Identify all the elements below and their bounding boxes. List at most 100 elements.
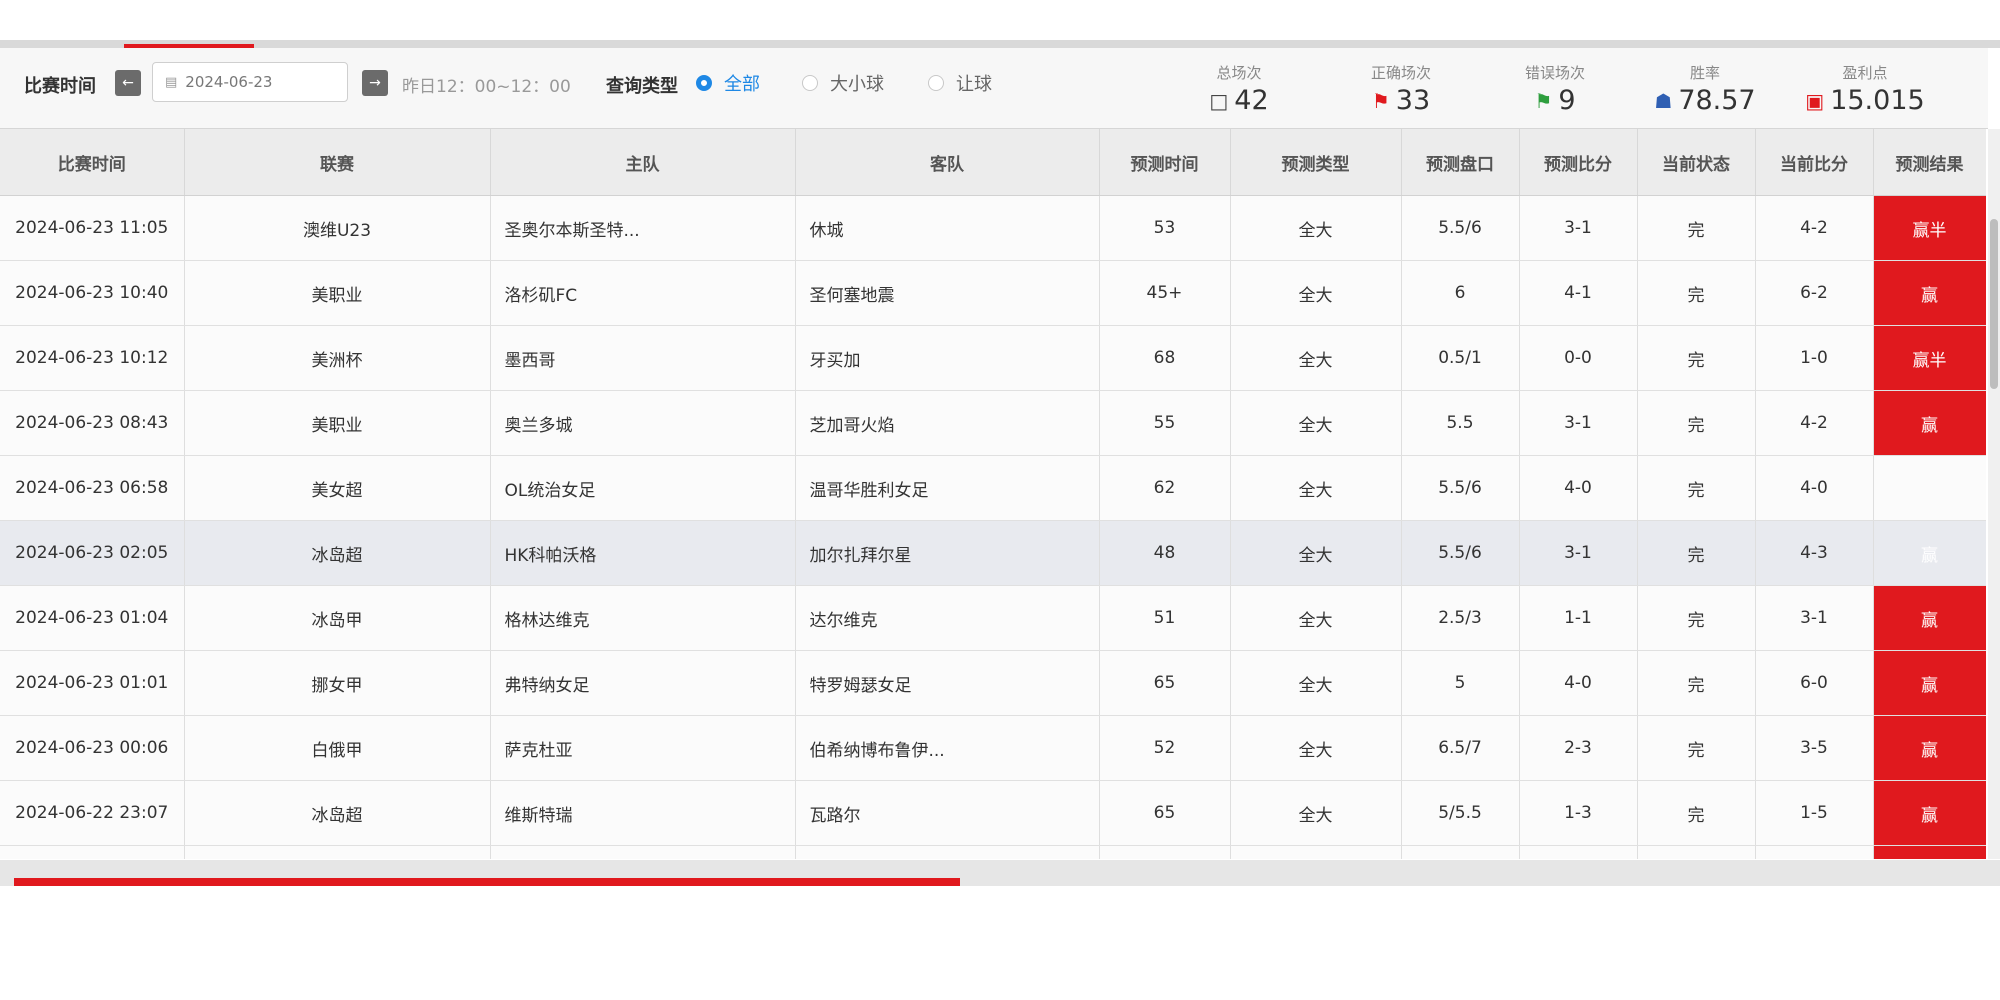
date-input[interactable]: ▤ 2024-06-23 <box>152 62 348 102</box>
header-current-status[interactable]: 当前状态 <box>1637 129 1756 196</box>
cell-away-team: 伯希纳博布鲁伊... <box>795 715 1100 781</box>
vertical-scrollbar[interactable] <box>1988 129 2000 859</box>
table-row[interactable]: 2024-06-23 02:05 冰岛超 HK科帕沃格 加尔扎拜尔星 48 全大 5.5/6… <box>0 520 1986 586</box>
cell-home-team: 洛桑 <box>490 845 796 859</box>
cell-current-score: 1-0 <box>1755 325 1874 391</box>
cell-predict-result: 赢 <box>1873 520 1986 586</box>
cell-league: 冰岛甲 <box>184 585 491 651</box>
cell-predict-score: 4-1 <box>1519 260 1638 326</box>
next-day-button[interactable]: → <box>362 70 388 96</box>
radio-all[interactable]: 全部 <box>696 70 760 96</box>
cell-predict-type: 全大 <box>1230 325 1402 391</box>
cell-predict-result: 赢 <box>1873 650 1986 716</box>
cell-predict-time: 68 <box>1099 325 1231 391</box>
bookmark-icon: □ <box>1209 88 1229 113</box>
table-row[interactable]: 2024-06-23 10:12 美洲杯 墨西哥 牙买加 68 全大 0.5/1 0-0 完 1-… <box>0 325 1986 391</box>
cell-match-time: 2024-06-23 01:04 <box>0 585 185 651</box>
cell-current-status: 完 <box>1637 325 1756 391</box>
radio-over-under[interactable]: 大小球 <box>802 70 884 96</box>
cell-league: 冰岛超 <box>184 520 491 586</box>
cell-predict-score: 2-2 <box>1519 845 1638 859</box>
cell-current-score: 1-5 <box>1755 780 1874 846</box>
cell-match-time: 2024-06-22 23:07 <box>0 780 185 846</box>
cell-current-status: 完 <box>1637 780 1756 846</box>
cell-current-status: 完 <box>1637 715 1756 781</box>
cell-current-status: 完 <box>1637 260 1756 326</box>
cell-current-score: 6-2 <box>1755 260 1874 326</box>
table-row[interactable]: 2024-06-23 10:40 美职业 洛杉矶FC 圣何塞地震 45+ 全大 6 4-1 完 6… <box>0 260 1986 326</box>
cell-current-score: 6-0 <box>1755 650 1874 716</box>
cell-predict-result: 赢 <box>1873 260 1986 326</box>
header-current-score[interactable]: 当前比分 <box>1755 129 1874 196</box>
cell-match-time: 2024-06-23 00:06 <box>0 715 185 781</box>
cell-predict-score: 4-0 <box>1519 650 1638 716</box>
table-row[interactable]: 2024-06-23 01:04 冰岛甲 格林达维克 达尔维克 51 全大 2.5/3 1-1… <box>0 585 1986 651</box>
radio-handicap[interactable]: 让球 <box>928 70 992 96</box>
cell-predict-type: 全大 <box>1230 260 1402 326</box>
header-predict-time[interactable]: 预测时间 <box>1099 129 1231 196</box>
cell-current-status: 完 <box>1637 195 1756 261</box>
table-row[interactable]: 2024-06-22 22:59球会友谊洛桑乌契56全大4.52-2完3-2赢 <box>0 845 1986 859</box>
cell-home-team: 圣奥尔本斯圣特... <box>490 195 796 261</box>
horizontal-scrollbar-thumb[interactable] <box>14 878 960 886</box>
cell-current-status: 完 <box>1637 845 1756 859</box>
cell-away-team: 达尔维克 <box>795 585 1100 651</box>
stat-profit-value: 15.015 <box>1830 85 1925 116</box>
cell-current-status: 完 <box>1637 520 1756 586</box>
cell-predict-result <box>1873 455 1986 521</box>
vertical-scrollbar-thumb[interactable] <box>1990 219 1998 389</box>
cell-match-time: 2024-06-23 02:05 <box>0 520 185 586</box>
cell-predict-line: 0.5/1 <box>1401 325 1520 391</box>
date-range-hint: 昨日12：00~12：00 <box>402 77 571 97</box>
cell-match-time: 2024-06-22 22:59 <box>0 845 185 859</box>
cell-predict-time: 62 <box>1099 455 1231 521</box>
table-row[interactable]: 2024-06-23 08:43 美职业 奥兰多城 芝加哥火焰 55 全大 5.5 3-1 完 4… <box>0 390 1986 456</box>
radio-dot-icon <box>802 75 818 91</box>
header-predict-result[interactable]: 预测结果 <box>1873 129 1986 196</box>
cell-predict-line: 5.5/6 <box>1401 520 1520 586</box>
header-league[interactable]: 联赛 <box>184 129 491 196</box>
stat-wrong: 错误场次 ⚑ 9 <box>1510 62 1600 116</box>
header-away-team[interactable]: 客队 <box>795 129 1100 196</box>
table-row[interactable]: 2024-06-22 23:07 冰岛超 维斯特瑞 瓦路尔 65 全大 5/5.5 1-3 完 1… <box>0 780 1986 846</box>
stat-correct: 正确场次 ⚑ 33 <box>1356 62 1446 116</box>
cell-predict-result: 赢半 <box>1873 195 1986 261</box>
cell-league: 挪女甲 <box>184 650 491 716</box>
stat-correct-value: 33 <box>1395 85 1431 116</box>
cell-predict-score: 1-1 <box>1519 585 1638 651</box>
cell-home-team: OL统治女足 <box>490 455 796 521</box>
cell-home-team: 洛杉矶FC <box>490 260 796 326</box>
cell-predict-score: 3-1 <box>1519 195 1638 261</box>
stat-total: 总场次 □ 42 <box>1204 62 1274 116</box>
header-predict-line[interactable]: 预测盘口 <box>1401 129 1520 196</box>
cell-predict-line: 5.5 <box>1401 390 1520 456</box>
cell-predict-result: 赢 <box>1873 585 1986 651</box>
header-home-team[interactable]: 主队 <box>490 129 796 196</box>
header-match-time[interactable]: 比赛时间 <box>0 129 185 196</box>
top-divider <box>0 40 2000 48</box>
table-row[interactable]: 2024-06-23 01:01 挪女甲 弗特纳女足 特罗姆瑟女足 65 全大 5 4-0 完 6… <box>0 650 1986 716</box>
cell-league: 美女超 <box>184 455 491 521</box>
table-row[interactable]: 2024-06-23 06:58 美女超 OL统治女足 温哥华胜利女足 62 全大 5.5/… <box>0 455 1986 521</box>
cell-current-score: 4-3 <box>1755 520 1874 586</box>
stat-winrate-label: 胜率 <box>1689 64 1720 82</box>
cell-predict-score: 0-0 <box>1519 325 1638 391</box>
header-predict-score[interactable]: 预测比分 <box>1519 129 1638 196</box>
table-row[interactable]: 2024-06-23 11:05 澳维U23 圣奥尔本斯圣特... 休城 53 全大 5.5… <box>0 195 1986 261</box>
prev-day-button[interactable]: ← <box>115 70 141 96</box>
cell-predict-line: 2.5/3 <box>1401 585 1520 651</box>
cell-match-time: 2024-06-23 10:40 <box>0 260 185 326</box>
cell-predict-type: 全大 <box>1230 195 1402 261</box>
cell-predict-type: 全大 <box>1230 520 1402 586</box>
cell-predict-result: 赢半 <box>1873 325 1986 391</box>
cell-current-status: 完 <box>1637 455 1756 521</box>
cell-current-score: 3-5 <box>1755 715 1874 781</box>
table-row[interactable]: 2024-06-23 00:06 白俄甲 萨克杜亚 伯希纳博布鲁伊... 52 全大 6.5… <box>0 715 1986 781</box>
cell-predict-type: 全大 <box>1230 585 1402 651</box>
cell-match-time: 2024-06-23 06:58 <box>0 455 185 521</box>
query-type-label: 查询类型 <box>606 76 678 97</box>
cell-current-score: 4-2 <box>1755 390 1874 456</box>
cell-predict-type: 全大 <box>1230 650 1402 716</box>
header-predict-type[interactable]: 预测类型 <box>1230 129 1402 196</box>
cell-league: 美职业 <box>184 260 491 326</box>
